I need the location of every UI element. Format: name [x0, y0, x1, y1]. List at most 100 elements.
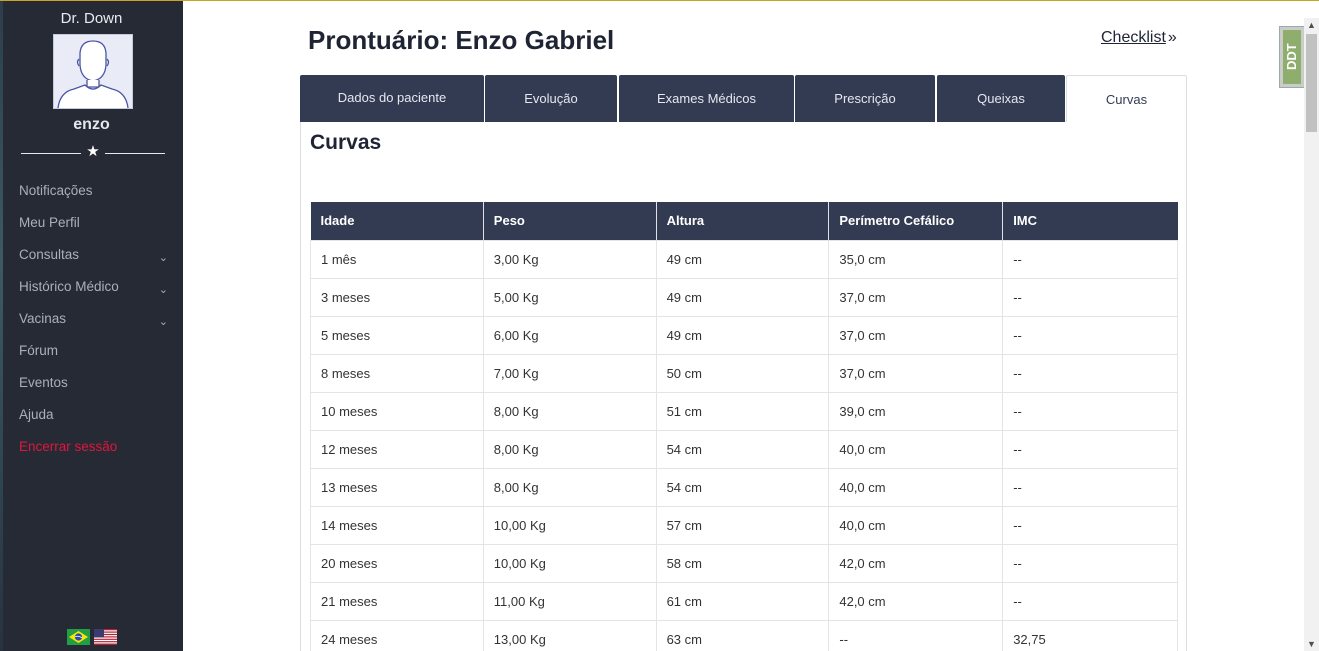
table-cell: 57 cm	[655, 505, 830, 545]
table-cell: 42,0 cm	[828, 581, 1004, 621]
brazil-flag-icon[interactable]	[67, 629, 90, 645]
table-cell: 49 cm	[655, 315, 830, 355]
table-row: 3 meses 5,00 Kg 49 cm 37,0 cm --	[310, 277, 1178, 317]
table-cell: 32,75	[1002, 619, 1178, 651]
username: enzo	[73, 116, 110, 133]
table-cell: 14 meses	[310, 505, 484, 545]
table-cell: 13 meses	[310, 467, 484, 507]
sidebar-item-ajuda[interactable]: Ajuda	[0, 405, 183, 437]
tab-evolucao[interactable]: Evolução	[485, 75, 617, 122]
column-header: Perímetro Cefálico	[828, 202, 1004, 240]
table-cell: --	[1002, 315, 1178, 355]
sidebar-item-label: Vacinas	[19, 311, 67, 326]
column-header: Idade	[310, 202, 484, 240]
table-cell: --	[1002, 239, 1178, 279]
table-cell: 24 meses	[310, 619, 484, 651]
table-row: 14 meses 10,00 Kg 57 cm 40,0 cm --	[310, 505, 1178, 545]
table-cell: 10,00 Kg	[482, 505, 657, 545]
table-row: 5 meses 6,00 Kg 49 cm 37,0 cm --	[310, 315, 1178, 355]
sidebar-item-label: Histórico Médico	[19, 279, 119, 294]
table-cell: --	[1002, 391, 1178, 431]
table-cell: 37,0 cm	[828, 277, 1004, 317]
table-cell: 40,0 cm	[828, 467, 1004, 507]
tab-exames-medicos[interactable]: Exames Médicos	[619, 75, 794, 122]
table-cell: --	[1002, 543, 1178, 583]
table-cell: 1 mês	[310, 239, 484, 279]
scrollbar-thumb[interactable]	[1306, 34, 1317, 132]
site-name[interactable]: Dr. Down	[0, 10, 183, 27]
table-row: 12 meses 8,00 Kg 54 cm 40,0 cm --	[310, 429, 1178, 469]
sidebar-item-historico-medico[interactable]: Histórico Médico ⌄	[0, 277, 183, 309]
table-cell: 42,0 cm	[828, 543, 1004, 583]
chevron-down-icon: ⌄	[158, 284, 168, 296]
table-cell: 37,0 cm	[828, 315, 1004, 355]
tab-dados-do-paciente[interactable]: Dados do paciente	[300, 75, 484, 122]
divider-line-right	[105, 153, 165, 154]
table-cell: 63 cm	[655, 619, 830, 651]
table-cell: --	[1002, 353, 1178, 393]
tab-prescricao[interactable]: Prescrição	[795, 75, 935, 122]
growth-table: Idade Peso Altura Perímetro Cefálico IMC…	[310, 202, 1178, 651]
table-cell: --	[828, 619, 1004, 651]
tab-curvas[interactable]: Curvas	[1066, 75, 1187, 123]
table-cell: 54 cm	[655, 467, 830, 507]
star-icon: ★	[86, 143, 100, 160]
table-cell: 8 meses	[310, 353, 484, 393]
table-cell: --	[1002, 277, 1178, 317]
checklist-label: Checklist	[1101, 29, 1166, 46]
table-cell: --	[1002, 505, 1178, 545]
sidebar-item-eventos[interactable]: Eventos	[0, 373, 183, 405]
table-cell: 5,00 Kg	[482, 277, 657, 317]
sidebar-item-vacinas[interactable]: Vacinas ⌄	[0, 309, 183, 341]
table-cell: 8,00 Kg	[482, 391, 657, 431]
table-cell: --	[1002, 429, 1178, 469]
scroll-down-icon[interactable]: ▼	[1304, 637, 1319, 651]
sidebar-item-consultas[interactable]: Consultas ⌄	[0, 245, 183, 277]
table-cell: 3 meses	[310, 277, 484, 317]
sidebar-item-label: Meu Perfil	[19, 215, 80, 230]
usa-flag-icon[interactable]	[94, 629, 117, 645]
double-chevron-right-icon: »	[1167, 29, 1177, 46]
table-row: 8 meses 7,00 Kg 50 cm 37,0 cm --	[310, 353, 1178, 393]
table-header-row: Idade Peso Altura Perímetro Cefálico IMC	[310, 202, 1178, 240]
table-row: 20 meses 10,00 Kg 58 cm 42,0 cm --	[310, 543, 1178, 583]
table-cell: 58 cm	[655, 543, 830, 583]
sidebar-item-label: Encerrar sessão	[19, 439, 118, 454]
ddt-badge[interactable]: DDT	[1279, 26, 1305, 88]
table-cell: 50 cm	[655, 353, 830, 393]
table-cell: 3,00 Kg	[482, 239, 657, 279]
table-cell: 5 meses	[310, 315, 484, 355]
table-cell: 7,00 Kg	[482, 353, 657, 393]
sidebar-nav: Notificações Meu Perfil Consultas ⌄ Histó…	[0, 181, 183, 469]
sidebar-item-forum[interactable]: Fórum	[0, 341, 183, 373]
chevron-down-icon: ⌄	[158, 252, 168, 264]
table-row: 21 meses 11,00 Kg 61 cm 42,0 cm --	[310, 581, 1178, 621]
divider-line-left	[21, 153, 81, 154]
sidebar-item-notificacoes[interactable]: Notificações	[0, 181, 183, 213]
table-cell: 8,00 Kg	[482, 467, 657, 507]
sidebar-item-meu-perfil[interactable]: Meu Perfil	[0, 213, 183, 245]
sidebar-item-label: Ajuda	[19, 407, 54, 422]
sidebar-item-label: Notificações	[19, 183, 93, 198]
sidebar-item-encerrar-sessao[interactable]: Encerrar sessão	[0, 437, 183, 469]
column-header: Peso	[483, 202, 657, 240]
table-cell: 11,00 Kg	[482, 581, 657, 621]
table-cell: 61 cm	[655, 581, 830, 621]
table-cell: 8,00 Kg	[482, 429, 657, 469]
checklist-link[interactable]: Checklist»	[1101, 29, 1177, 47]
table-cell: 10,00 Kg	[482, 543, 657, 583]
scroll-up-icon[interactable]: ▲	[1304, 18, 1319, 32]
sidebar: Dr. Down enzo ★ Notificações Meu Perfil …	[0, 1, 183, 651]
table-cell: 10 meses	[310, 391, 484, 431]
language-switcher	[67, 629, 127, 647]
user-avatar-icon	[57, 40, 129, 108]
table-cell: 35,0 cm	[828, 239, 1004, 279]
column-header: Altura	[656, 202, 830, 240]
ddt-badge-label: DDT	[1283, 30, 1301, 84]
tab-queixas[interactable]: Queixas	[937, 75, 1065, 122]
table-row: 10 meses 8,00 Kg 51 cm 39,0 cm --	[310, 391, 1178, 431]
table-cell: --	[1002, 467, 1178, 507]
table-row: 24 meses 13,00 Kg 63 cm -- 32,75	[310, 619, 1178, 651]
chevron-down-icon: ⌄	[158, 316, 168, 328]
avatar[interactable]	[53, 34, 133, 109]
